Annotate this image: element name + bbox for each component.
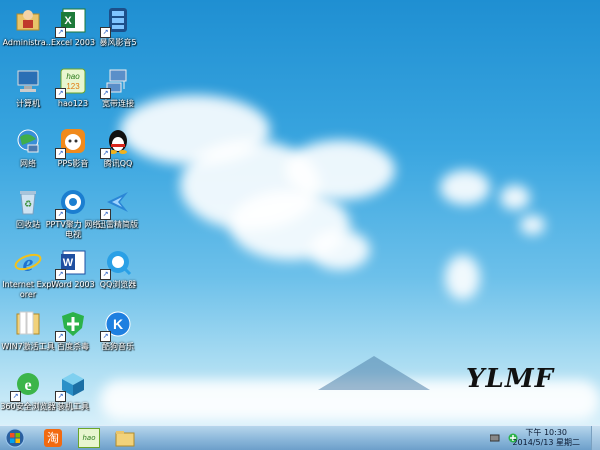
shortcut-arrow-icon: ↗ <box>100 27 111 38</box>
desktop-icon-install-tools[interactable]: ↗ 装机工具 <box>45 368 101 412</box>
folder-icon <box>12 308 44 340</box>
desktop-icon-qq[interactable]: ↗ 腾讯QQ <box>90 125 146 169</box>
shortcut-arrow-icon: ↗ <box>100 88 111 99</box>
svg-text:hao: hao <box>66 72 80 81</box>
svg-text:W: W <box>63 257 74 269</box>
explorer-folder-icon <box>115 431 135 447</box>
install-tools-icon: ↗ <box>55 368 89 402</box>
taskbar-pinned-taobao[interactable]: 淘 <box>40 428 66 448</box>
desktop[interactable]: YLMF Administra... X ↗ Excel 2003 ↗ 暴风影音… <box>0 0 600 425</box>
shortcut-arrow-icon: ↗ <box>100 209 111 220</box>
360-browser-icon: e ↗ <box>10 368 44 402</box>
recycle-bin-icon: ♻ <box>12 186 44 218</box>
taskbar-pinned-hao123[interactable]: hao <box>76 428 102 448</box>
desktop-icon-baofeng[interactable]: ↗ 暴风影音5 <box>90 4 146 48</box>
svg-text:123: 123 <box>66 82 80 91</box>
svg-text:♻: ♻ <box>24 200 32 210</box>
mountain <box>318 356 430 390</box>
thunder-icon: ↗ <box>100 186 134 220</box>
desktop-icon-kugou[interactable]: K ↗ 酷狗音乐 <box>90 308 146 352</box>
clock-date: 2014/5/13 星期二 <box>512 438 580 447</box>
shortcut-arrow-icon: ↗ <box>100 269 111 280</box>
baidu-antivirus-icon: ↗ <box>55 308 89 342</box>
hao123-icon: hao <box>78 428 100 448</box>
computer-icon <box>12 65 44 97</box>
word-icon: W ↗ <box>55 246 89 280</box>
pps-icon: ↗ <box>55 125 89 159</box>
shortcut-arrow-icon: ↗ <box>55 209 66 220</box>
shortcut-arrow-icon: ↗ <box>55 269 66 280</box>
network-globe-icon <box>12 125 44 157</box>
network-connection-icon: ↗ <box>100 65 134 99</box>
taobao-icon: 淘 <box>44 429 62 447</box>
desktop-icon-broadband[interactable]: ↗ 宽带连接 <box>90 65 146 109</box>
desktop-icon-qq-browser[interactable]: ↗ QQ浏览器 <box>90 246 146 290</box>
qq-icon: ↗ <box>100 125 134 159</box>
cloud <box>285 140 395 200</box>
shortcut-arrow-icon: ↗ <box>100 331 111 342</box>
excel-icon: X ↗ <box>55 4 89 38</box>
ylmf-logo: YLMF <box>466 364 555 394</box>
shortcut-arrow-icon: ↗ <box>55 391 66 402</box>
qq-browser-icon: ↗ <box>100 246 134 280</box>
desktop-icon-thunder[interactable]: ↗ 迅雷精简版 <box>90 186 146 230</box>
svg-text:K: K <box>113 316 123 332</box>
taskbar-clock[interactable]: 下午 10:30 2014/5/13 星期二 <box>512 428 580 448</box>
cloud <box>520 215 545 235</box>
shortcut-arrow-icon: ↗ <box>55 148 66 159</box>
taskbar: 淘 hao 下午 10:30 2014/5/13 星期二 <box>0 425 600 450</box>
shortcut-arrow-icon: ↗ <box>55 88 66 99</box>
shortcut-arrow-icon: ↗ <box>55 27 66 38</box>
shortcut-arrow-icon: ↗ <box>55 331 66 342</box>
tray-battery-icon[interactable] <box>488 428 502 448</box>
folder-user-icon <box>12 4 44 36</box>
cloud <box>500 185 530 210</box>
cloud <box>445 255 480 300</box>
svg-text:X: X <box>64 15 72 27</box>
taskbar-pinned-explorer[interactable] <box>112 428 138 448</box>
hao123-icon: hao 123 ↗ <box>55 65 89 99</box>
shortcut-arrow-icon: ↗ <box>100 148 111 159</box>
ie-icon: e <box>12 246 44 278</box>
windows-start-icon <box>5 428 25 448</box>
shortcut-arrow-icon: ↗ <box>10 391 21 402</box>
svg-text:e: e <box>24 377 31 394</box>
pptv-icon: ↗ <box>55 186 89 220</box>
show-desktop-button[interactable] <box>591 426 600 450</box>
kugou-icon: K ↗ <box>100 308 134 342</box>
cloud <box>440 170 490 205</box>
start-button[interactable] <box>3 428 27 448</box>
clock-time: 下午 10:30 <box>525 428 568 437</box>
cloud <box>310 230 370 270</box>
media-player-icon: ↗ <box>100 4 134 38</box>
